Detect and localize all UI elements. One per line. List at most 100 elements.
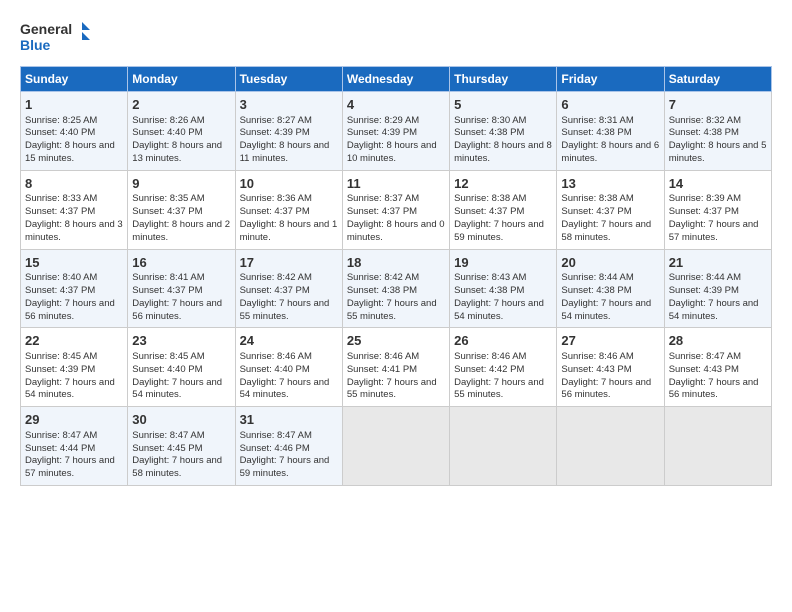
day-number: 4	[347, 96, 445, 114]
day-number: 19	[454, 254, 552, 272]
day-info: Daylight: 7 hours and 54 minutes.	[240, 377, 338, 403]
day-info: Sunrise: 8:45 AM	[25, 351, 123, 364]
day-info: Daylight: 8 hours and 8 minutes.	[454, 140, 552, 166]
logo-svg: General Blue	[20, 18, 90, 56]
day-info: Sunset: 4:40 PM	[25, 127, 123, 140]
day-info: Sunset: 4:38 PM	[561, 285, 659, 298]
day-info: Sunrise: 8:47 AM	[669, 351, 767, 364]
day-info: Sunset: 4:39 PM	[669, 285, 767, 298]
calendar-cell: 17Sunrise: 8:42 AMSunset: 4:37 PMDayligh…	[235, 249, 342, 328]
day-info: Daylight: 7 hours and 54 minutes.	[669, 298, 767, 324]
svg-text:Blue: Blue	[20, 37, 51, 53]
calendar-cell: 29Sunrise: 8:47 AMSunset: 4:44 PMDayligh…	[21, 407, 128, 486]
day-info: Sunset: 4:37 PM	[25, 206, 123, 219]
day-info: Sunset: 4:40 PM	[240, 364, 338, 377]
calendar-cell: 1Sunrise: 8:25 AMSunset: 4:40 PMDaylight…	[21, 92, 128, 171]
day-info: Sunset: 4:38 PM	[454, 285, 552, 298]
day-info: Daylight: 8 hours and 5 minutes.	[669, 140, 767, 166]
day-info: Daylight: 7 hours and 54 minutes.	[454, 298, 552, 324]
day-info: Daylight: 7 hours and 56 minutes.	[25, 298, 123, 324]
day-header-tuesday: Tuesday	[235, 67, 342, 92]
day-info: Daylight: 7 hours and 56 minutes.	[669, 377, 767, 403]
day-info: Daylight: 8 hours and 6 minutes.	[561, 140, 659, 166]
day-number: 14	[669, 175, 767, 193]
day-info: Daylight: 8 hours and 13 minutes.	[132, 140, 230, 166]
day-info: Sunset: 4:39 PM	[25, 364, 123, 377]
day-info: Sunrise: 8:47 AM	[25, 430, 123, 443]
day-info: Sunset: 4:37 PM	[669, 206, 767, 219]
day-info: Daylight: 7 hours and 54 minutes.	[561, 298, 659, 324]
calendar-cell: 3Sunrise: 8:27 AMSunset: 4:39 PMDaylight…	[235, 92, 342, 171]
calendar-cell: 7Sunrise: 8:32 AMSunset: 4:38 PMDaylight…	[664, 92, 771, 171]
day-info: Daylight: 7 hours and 56 minutes.	[561, 377, 659, 403]
week-row-2: 15Sunrise: 8:40 AMSunset: 4:37 PMDayligh…	[21, 249, 772, 328]
calendar-cell: 13Sunrise: 8:38 AMSunset: 4:37 PMDayligh…	[557, 170, 664, 249]
day-info: Daylight: 7 hours and 55 minutes.	[240, 298, 338, 324]
day-info: Sunrise: 8:27 AM	[240, 115, 338, 128]
day-number: 23	[132, 332, 230, 350]
day-info: Sunset: 4:40 PM	[132, 127, 230, 140]
day-number: 9	[132, 175, 230, 193]
day-info: Daylight: 7 hours and 55 minutes.	[347, 298, 445, 324]
day-number: 15	[25, 254, 123, 272]
calendar-cell: 4Sunrise: 8:29 AMSunset: 4:39 PMDaylight…	[342, 92, 449, 171]
day-number: 6	[561, 96, 659, 114]
calendar-cell: 5Sunrise: 8:30 AMSunset: 4:38 PMDaylight…	[450, 92, 557, 171]
calendar-table: SundayMondayTuesdayWednesdayThursdayFrid…	[20, 66, 772, 486]
calendar-cell: 31Sunrise: 8:47 AMSunset: 4:46 PMDayligh…	[235, 407, 342, 486]
calendar-cell: 6Sunrise: 8:31 AMSunset: 4:38 PMDaylight…	[557, 92, 664, 171]
day-info: Sunrise: 8:38 AM	[561, 193, 659, 206]
day-number: 16	[132, 254, 230, 272]
day-info: Sunrise: 8:42 AM	[240, 272, 338, 285]
calendar-cell: 22Sunrise: 8:45 AMSunset: 4:39 PMDayligh…	[21, 328, 128, 407]
day-info: Sunset: 4:39 PM	[347, 127, 445, 140]
calendar-cell	[557, 407, 664, 486]
day-info: Sunset: 4:37 PM	[347, 206, 445, 219]
day-info: Sunset: 4:39 PM	[240, 127, 338, 140]
day-info: Sunset: 4:37 PM	[25, 285, 123, 298]
day-number: 5	[454, 96, 552, 114]
day-info: Sunset: 4:41 PM	[347, 364, 445, 377]
week-row-3: 22Sunrise: 8:45 AMSunset: 4:39 PMDayligh…	[21, 328, 772, 407]
day-info: Sunrise: 8:46 AM	[561, 351, 659, 364]
day-info: Daylight: 7 hours and 57 minutes.	[25, 455, 123, 481]
day-info: Sunset: 4:40 PM	[132, 364, 230, 377]
calendar-cell: 21Sunrise: 8:44 AMSunset: 4:39 PMDayligh…	[664, 249, 771, 328]
day-info: Sunrise: 8:47 AM	[132, 430, 230, 443]
calendar-cell: 10Sunrise: 8:36 AMSunset: 4:37 PMDayligh…	[235, 170, 342, 249]
calendar-cell: 2Sunrise: 8:26 AMSunset: 4:40 PMDaylight…	[128, 92, 235, 171]
day-info: Daylight: 8 hours and 15 minutes.	[25, 140, 123, 166]
day-info: Sunset: 4:38 PM	[347, 285, 445, 298]
calendar-cell: 15Sunrise: 8:40 AMSunset: 4:37 PMDayligh…	[21, 249, 128, 328]
day-number: 13	[561, 175, 659, 193]
day-info: Sunset: 4:37 PM	[132, 206, 230, 219]
day-number: 31	[240, 411, 338, 429]
day-number: 26	[454, 332, 552, 350]
day-number: 11	[347, 175, 445, 193]
day-number: 2	[132, 96, 230, 114]
day-info: Sunrise: 8:37 AM	[347, 193, 445, 206]
day-header-monday: Monday	[128, 67, 235, 92]
calendar-cell: 18Sunrise: 8:42 AMSunset: 4:38 PMDayligh…	[342, 249, 449, 328]
day-info: Daylight: 8 hours and 0 minutes.	[347, 219, 445, 245]
day-info: Sunrise: 8:46 AM	[347, 351, 445, 364]
day-header-thursday: Thursday	[450, 67, 557, 92]
calendar-cell	[342, 407, 449, 486]
day-info: Sunrise: 8:25 AM	[25, 115, 123, 128]
page: General Blue SundayMondayTuesdayWednesda…	[0, 0, 792, 612]
day-info: Sunset: 4:37 PM	[454, 206, 552, 219]
day-info: Sunset: 4:45 PM	[132, 443, 230, 456]
day-info: Sunset: 4:37 PM	[240, 206, 338, 219]
day-info: Sunset: 4:46 PM	[240, 443, 338, 456]
calendar-cell: 24Sunrise: 8:46 AMSunset: 4:40 PMDayligh…	[235, 328, 342, 407]
day-info: Sunset: 4:37 PM	[132, 285, 230, 298]
calendar-cell: 23Sunrise: 8:45 AMSunset: 4:40 PMDayligh…	[128, 328, 235, 407]
day-info: Sunrise: 8:36 AM	[240, 193, 338, 206]
day-info: Sunrise: 8:40 AM	[25, 272, 123, 285]
day-info: Sunrise: 8:44 AM	[561, 272, 659, 285]
day-info: Sunrise: 8:43 AM	[454, 272, 552, 285]
day-info: Daylight: 7 hours and 55 minutes.	[347, 377, 445, 403]
logo: General Blue	[20, 18, 90, 56]
day-info: Daylight: 7 hours and 55 minutes.	[454, 377, 552, 403]
calendar-cell	[450, 407, 557, 486]
